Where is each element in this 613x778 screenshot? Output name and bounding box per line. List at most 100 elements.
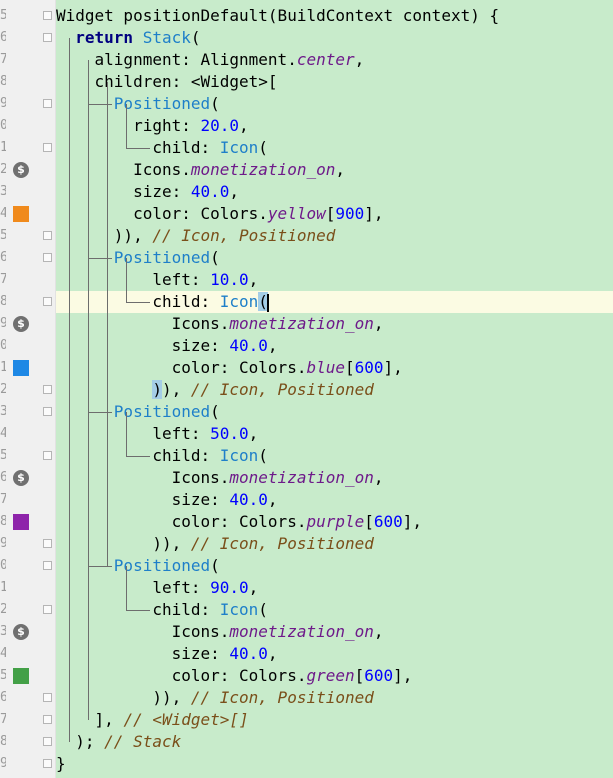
indent-connector bbox=[126, 302, 151, 303]
fold-marker[interactable] bbox=[43, 759, 52, 768]
code-token: ( bbox=[210, 556, 220, 575]
code-token: Positioned bbox=[113, 248, 211, 267]
fold-marker[interactable] bbox=[43, 737, 52, 746]
code-token: , bbox=[229, 182, 240, 201]
fold-marker[interactable] bbox=[43, 253, 52, 262]
purple-color-swatch[interactable] bbox=[13, 514, 29, 530]
monetization-on-icon[interactable]: $ bbox=[13, 470, 29, 486]
code-token: left: bbox=[152, 270, 211, 289]
code-token: monetization_on bbox=[229, 468, 374, 487]
fold-marker[interactable] bbox=[43, 33, 52, 42]
code-token: Widget positionDefault(BuildContext cont… bbox=[56, 6, 500, 25]
code-line: Icons.monetization_on, bbox=[56, 467, 384, 489]
code-token: right: bbox=[133, 116, 201, 135]
fold-marker[interactable] bbox=[43, 385, 52, 394]
code-token: ( bbox=[190, 28, 201, 47]
fold-marker[interactable] bbox=[43, 715, 52, 724]
fold-marker[interactable] bbox=[43, 297, 52, 306]
monetization-on-icon[interactable]: $ bbox=[13, 316, 29, 332]
code-token: child: bbox=[152, 446, 220, 465]
code-token: color: Colors. bbox=[133, 204, 268, 223]
code-token: size: bbox=[171, 644, 230, 663]
code-line: return Stack( bbox=[56, 27, 201, 49]
blue-color-swatch[interactable] bbox=[13, 360, 29, 376]
code-token: yellow bbox=[267, 204, 326, 223]
fold-marker[interactable] bbox=[43, 693, 52, 702]
line-number: 6 bbox=[0, 30, 6, 45]
line-number: 3 bbox=[0, 184, 6, 199]
code-line: right: 20.0, bbox=[56, 115, 249, 137]
code-token: center bbox=[296, 50, 355, 69]
code-token: color: Colors. bbox=[171, 666, 307, 685]
code-line: )), // Icon, Positioned bbox=[56, 225, 336, 247]
indent-guide bbox=[126, 104, 128, 148]
code-line: left: 10.0, bbox=[56, 269, 258, 291]
line-number: 6 bbox=[0, 690, 6, 705]
code-line: size: 40.0, bbox=[56, 181, 239, 203]
fold-marker[interactable] bbox=[43, 605, 52, 614]
code-token: , bbox=[248, 424, 259, 443]
code-token: ], bbox=[402, 512, 423, 531]
green-color-swatch[interactable] bbox=[13, 668, 29, 684]
code-token: child: bbox=[152, 292, 220, 311]
fold-marker[interactable] bbox=[43, 539, 52, 548]
fold-marker[interactable] bbox=[43, 11, 52, 20]
line-number: 8 bbox=[0, 74, 6, 89]
indent-guide bbox=[107, 82, 109, 566]
code-token: ( bbox=[258, 138, 268, 157]
line-number: 2 bbox=[0, 602, 6, 617]
fold-marker[interactable] bbox=[43, 99, 52, 108]
line-number: 1 bbox=[0, 140, 6, 155]
code-token: ( bbox=[210, 94, 220, 113]
line-number: 5 bbox=[0, 668, 6, 683]
code-token: ], bbox=[94, 710, 124, 729]
fold-marker[interactable] bbox=[43, 143, 52, 152]
code-token: size: bbox=[133, 182, 191, 201]
code-line: alignment: Alignment.center, bbox=[56, 49, 365, 71]
line-number: 7 bbox=[0, 272, 6, 287]
line-number: 2 bbox=[0, 382, 6, 397]
indent-guide bbox=[68, 38, 70, 742]
code-line: Icons.monetization_on, bbox=[56, 313, 384, 335]
code-token: , bbox=[267, 644, 278, 663]
line-number: 0 bbox=[0, 338, 6, 353]
code-line: Widget positionDefault(BuildContext cont… bbox=[56, 5, 499, 27]
line-number-gutter bbox=[0, 0, 40, 778]
code-token: ) bbox=[152, 380, 162, 399]
fold-marker[interactable] bbox=[43, 231, 52, 240]
line-number: 0 bbox=[0, 558, 6, 573]
code-token: Positioned bbox=[113, 402, 211, 421]
code-token: Icon bbox=[219, 292, 259, 311]
code-line: ); // Stack bbox=[56, 731, 181, 753]
code-line: left: 90.0, bbox=[56, 577, 258, 599]
code-token: , bbox=[248, 270, 259, 289]
line-number: 7 bbox=[0, 712, 6, 727]
code-line: Icons.monetization_on, bbox=[56, 621, 384, 643]
fold-marker[interactable] bbox=[43, 451, 52, 460]
code-editor[interactable]: Widget positionDefault(BuildContext cont… bbox=[56, 0, 613, 778]
code-line: )), // Icon, Positioned bbox=[56, 533, 374, 555]
code-token: child: bbox=[152, 600, 220, 619]
code-line: ], // <Widget>[] bbox=[56, 709, 249, 731]
code-token: )), bbox=[113, 226, 153, 245]
code-token: ); bbox=[75, 732, 105, 751]
code-token: 40.0 bbox=[190, 182, 230, 201]
code-token: purple bbox=[306, 512, 365, 531]
indent-connector bbox=[126, 610, 151, 611]
code-token: monetization_on bbox=[190, 160, 336, 179]
code-line: Positioned( bbox=[56, 401, 220, 423]
code-token: , bbox=[335, 160, 345, 179]
indent-guide bbox=[126, 566, 128, 610]
indent-connector bbox=[126, 148, 151, 149]
code-token: 600 bbox=[354, 358, 384, 377]
code-token: Icon bbox=[219, 600, 259, 619]
fold-marker[interactable] bbox=[43, 407, 52, 416]
monetization-on-icon[interactable]: $ bbox=[13, 162, 29, 178]
code-token: } bbox=[56, 754, 66, 773]
code-token: ( bbox=[258, 446, 268, 465]
fold-marker[interactable] bbox=[43, 561, 52, 570]
code-token: Icons. bbox=[171, 468, 230, 487]
yellow-color-swatch[interactable] bbox=[13, 206, 29, 222]
line-number: 5 bbox=[0, 8, 6, 23]
monetization-on-icon[interactable]: $ bbox=[13, 624, 29, 640]
